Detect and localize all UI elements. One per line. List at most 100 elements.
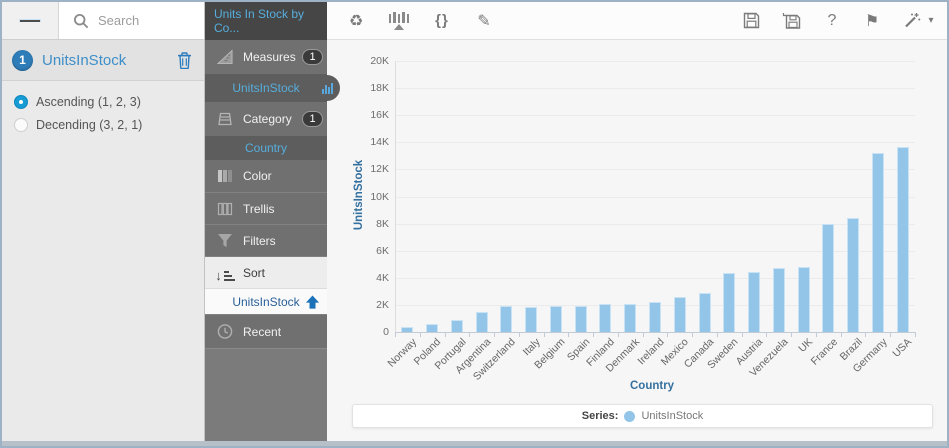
recent-section[interactable]: Recent [205,314,327,348]
measures-label: Measures [243,50,296,64]
bar-venezuela[interactable] [773,268,785,332]
edit-pencil-icon[interactable]: ✎ [475,11,493,30]
sort-value-unitsinstock[interactable]: UnitsInStock [205,288,327,314]
help-icon[interactable]: ? [823,12,841,30]
bar-austria[interactable] [748,272,760,332]
y-tick-label: 8K [327,218,389,230]
y-tick-label: 10K [327,191,389,203]
y-gridline [395,197,915,198]
trellis-section[interactable]: Trellis [205,192,327,224]
ascending-arrow-icon[interactable] [305,294,320,309]
bar-portugal[interactable] [451,320,463,332]
app-window: 1 UnitsInStock Ascending (1, 2, 3) Decen… [0,0,949,448]
sort-field-label: UnitsInStock [42,52,167,69]
y-tick-label: 6K [327,245,389,257]
category-section[interactable]: Category 1 [205,102,327,136]
bar-poland[interactable] [426,324,438,332]
bar-usa[interactable] [897,147,909,332]
formula-braces-icon[interactable]: {} [433,12,451,29]
chart-builder-panel: Units In Stock by Co... Measures 1 Units… [205,2,327,441]
measure-unitsinstock[interactable]: UnitsInStock [205,74,327,102]
y-tick-label: 12K [327,163,389,175]
x-tick-mark [742,332,743,337]
color-section[interactable]: Color [205,160,327,192]
y-tick-label: 2K [327,299,389,311]
y-gridline [395,61,915,62]
y-gridline [395,169,915,170]
bar-finland[interactable] [599,304,611,332]
bar-switzerland[interactable] [500,306,512,332]
refresh-icon[interactable]: ♻ [347,11,365,30]
bar-chart-type-icon[interactable] [314,75,340,101]
x-tick-mark [841,332,842,337]
y-gridline [395,142,915,143]
hamburger-menu-button[interactable] [2,2,59,39]
sort-field-row[interactable]: 1 UnitsInStock [2,40,204,81]
color-bars-icon [217,168,233,184]
magic-wand-icon[interactable] [903,12,921,29]
save-icon[interactable] [742,12,760,29]
x-tick-mark [544,332,545,337]
sort-label: Sort [243,266,265,280]
flag-icon[interactable]: ⚑ [863,11,881,30]
bar-uk[interactable] [798,267,810,332]
x-tick-mark [568,332,569,337]
main-area: ♻ {} ✎ [327,2,947,441]
category-country[interactable]: Country [205,136,327,160]
x-tick-mark [420,332,421,337]
save-as-icon[interactable] [782,12,801,29]
y-axis-line [395,61,396,332]
builder-panel-filler [205,348,327,441]
x-tick-mark [717,332,718,337]
radio-descending[interactable]: Decending (3, 2, 1) [14,118,204,132]
search-box[interactable] [59,2,204,39]
search-input[interactable] [98,13,198,28]
radio-selected-icon [14,95,28,109]
toolbar-right-group: ? ⚑ ▾ [742,11,935,30]
wand-dropdown-caret-icon[interactable]: ▾ [927,15,935,26]
chart-title-bar[interactable]: Units In Stock by Co... [205,2,327,40]
bar-chart-canvas: UnitsInStock Country Series: UnitsInStoc… [327,40,947,441]
bar-belgium[interactable] [550,306,562,332]
color-label: Color [243,169,272,183]
bar-argentina[interactable] [476,312,488,332]
bar-brazil[interactable] [847,218,859,332]
bar-mexico[interactable] [674,297,686,332]
y-tick-label: 4K [327,272,389,284]
sort-sidebar: 1 UnitsInStock Ascending (1, 2, 3) Decen… [2,2,205,441]
trash-icon[interactable] [176,52,192,68]
x-tick-mark [618,332,619,337]
bar-sweden[interactable] [723,273,735,332]
x-tick-mark [791,332,792,337]
y-tick-label: 20K [327,55,389,67]
x-tick-mark [865,332,866,337]
x-tick-mark [593,332,594,337]
y-tick-label: 0 [327,326,389,338]
y-gridline [395,224,915,225]
bar-canada[interactable] [699,293,711,332]
bar-spain[interactable] [575,306,587,332]
measures-section[interactable]: Measures 1 [205,40,327,74]
bar-france[interactable] [822,224,834,332]
bar-denmark[interactable] [624,304,636,332]
filters-section[interactable]: Filters [205,224,327,256]
x-tick-mark [915,332,916,337]
bar-norway[interactable] [401,327,413,332]
y-tick-label: 14K [327,136,389,148]
x-tick-mark [519,332,520,337]
ranking-icon[interactable] [389,12,409,30]
search-icon [73,13,89,29]
bar-germany[interactable] [872,153,884,332]
bar-ireland[interactable] [649,302,661,332]
radio-ascending[interactable]: Ascending (1, 2, 3) [14,95,204,109]
radio-unselected-icon [14,118,28,132]
bottom-scroll-strip[interactable] [2,441,947,446]
legend-series-label: Series: [582,410,619,422]
y-gridline [395,115,915,116]
sort-icon: ↓ [217,265,233,281]
legend-series-dot-icon [624,411,635,422]
bar-italy[interactable] [525,307,537,332]
sort-section[interactable]: ↓ Sort [205,256,327,288]
x-tick-mark [469,332,470,337]
x-tick-mark [692,332,693,337]
